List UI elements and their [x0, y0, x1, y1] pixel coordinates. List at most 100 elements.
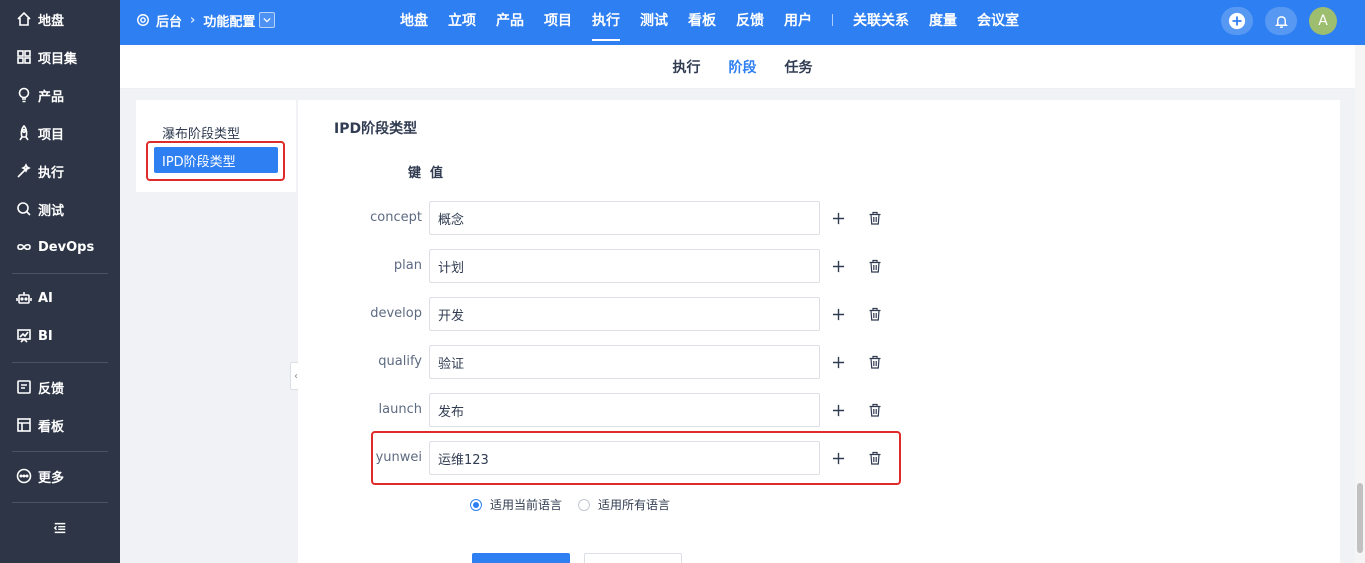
tab-execution[interactable]: 执行: [673, 57, 701, 77]
nav-divider: [12, 362, 108, 363]
notification-button[interactable]: [1265, 7, 1297, 35]
left-navigation: 地盘 项目集 产品 项目 执行 测试 DevOps AI BI 反馈 看板 更多: [0, 0, 120, 563]
lang-row: develop: [298, 297, 918, 331]
row-key: develop: [370, 306, 422, 321]
bulb-icon: [16, 87, 32, 103]
infinity-icon: [16, 239, 32, 255]
nav-item-execution[interactable]: 执行: [0, 156, 120, 186]
add-row-icon[interactable]: [829, 353, 847, 371]
radio-current-language[interactable]: 适用当前语言: [470, 496, 562, 513]
nav-divider: [12, 502, 108, 503]
save-button[interactable]: [472, 553, 570, 563]
nav-label: 产品: [38, 89, 65, 105]
main-nav-meeting-room[interactable]: 会议室: [977, 10, 1019, 30]
nav-item-bi[interactable]: BI: [0, 321, 120, 351]
radio-label: 适用当前语言: [490, 498, 563, 512]
lang-row: concept: [298, 201, 918, 235]
nav-item-feedback[interactable]: 反馈: [0, 372, 120, 402]
page-title: IPD阶段类型: [334, 121, 418, 137]
lang-row: yunwei: [298, 441, 918, 475]
nav-item-ai[interactable]: AI: [0, 283, 120, 313]
nav-item-more[interactable]: 更多: [0, 461, 120, 491]
radio-label: 适用所有语言: [598, 498, 671, 512]
trash-icon[interactable]: [866, 305, 884, 323]
value-input[interactable]: [429, 201, 820, 235]
main-nav-test[interactable]: 测试: [640, 10, 668, 30]
menu-item-waterfall-stage-type[interactable]: 瀑布阶段类型: [154, 119, 278, 145]
nav-label: 执行: [38, 165, 65, 181]
value-input[interactable]: [429, 249, 820, 283]
main-nav-initiation[interactable]: 立项: [448, 10, 476, 30]
value-input[interactable]: [429, 393, 820, 427]
stage-type-form: IPD阶段类型 键 值 concept plan develop qualify…: [298, 100, 1340, 563]
main-nav-execution[interactable]: 执行: [592, 10, 620, 41]
trash-icon[interactable]: [866, 257, 884, 275]
radio-dot: [470, 498, 482, 511]
nav-divider: [12, 451, 108, 452]
add-row-icon[interactable]: [829, 449, 847, 467]
trash-icon[interactable]: [866, 353, 884, 371]
main-nav-user[interactable]: 用户: [784, 10, 812, 30]
chevron-right-icon: ›: [190, 12, 196, 28]
add-row-icon[interactable]: [829, 257, 847, 275]
chevron-down-icon[interactable]: [259, 12, 276, 28]
row-key: qualify: [378, 354, 422, 369]
breadcrumb-current[interactable]: 功能配置: [203, 11, 255, 30]
nav-item-program[interactable]: 项目集: [0, 42, 120, 72]
trash-icon[interactable]: [866, 401, 884, 419]
main-nav-product[interactable]: 产品: [496, 10, 524, 30]
trash-icon[interactable]: [866, 449, 884, 467]
bell-icon: [1274, 15, 1288, 28]
nav-item-dashboard[interactable]: 地盘: [0, 4, 120, 34]
page-scrollbar[interactable]: [1355, 45, 1365, 563]
tab-task[interactable]: 任务: [785, 57, 813, 77]
row-key: concept: [370, 210, 422, 225]
main-nav-metric[interactable]: 度量: [929, 10, 957, 30]
lang-row: plan: [298, 249, 918, 283]
breadcrumb-root[interactable]: 后台: [156, 11, 182, 30]
radio-all-languages[interactable]: 适用所有语言: [578, 496, 670, 513]
main-nav-project[interactable]: 项目: [544, 10, 572, 30]
add-row-icon[interactable]: [829, 401, 847, 419]
row-key: plan: [393, 258, 422, 273]
value-input[interactable]: [429, 441, 820, 475]
add-row-icon[interactable]: [829, 305, 847, 323]
main-nav-dashboard[interactable]: 地盘: [400, 10, 428, 30]
main-nav-kanban[interactable]: 看板: [688, 10, 716, 30]
add-row-icon[interactable]: [829, 209, 847, 227]
value-input[interactable]: [429, 297, 820, 331]
gear-icon: [137, 14, 149, 26]
menu-item-ipd-stage-type[interactable]: IPD阶段类型: [154, 147, 278, 173]
wand-icon: [16, 163, 32, 179]
trash-icon[interactable]: [866, 209, 884, 227]
avatar[interactable]: A: [1309, 7, 1337, 35]
top-bar: 后台 › 功能配置 地盘 立项 产品 项目 执行 测试 看板 反馈 用户 关联关…: [120, 0, 1365, 45]
column-header-key: 键: [408, 166, 422, 181]
rocket-icon: [16, 125, 32, 141]
lang-row: launch: [298, 393, 918, 427]
nav-item-devops[interactable]: DevOps: [0, 232, 120, 262]
nav-item-test[interactable]: 测试: [0, 194, 120, 224]
nav-item-kanban[interactable]: 看板: [0, 410, 120, 440]
nav-label: 更多: [38, 470, 65, 486]
nav-divider: [12, 273, 108, 274]
tab-stage[interactable]: 阶段: [729, 57, 757, 77]
breadcrumb: 后台 › 功能配置: [136, 0, 276, 40]
nav-item-project[interactable]: 项目: [0, 118, 120, 148]
radio-dot: [578, 498, 591, 511]
lang-row: qualify: [298, 345, 918, 379]
kanban-icon: [16, 417, 32, 433]
main-nav-relation[interactable]: 关联关系: [853, 10, 909, 30]
collapse-menu-icon[interactable]: [50, 518, 70, 538]
nav-item-product[interactable]: 产品: [0, 80, 120, 110]
home-icon: [16, 11, 32, 27]
create-button[interactable]: [1221, 7, 1253, 35]
main-nav-feedback[interactable]: 反馈: [736, 10, 764, 30]
scrollbar-thumb[interactable]: [1357, 483, 1363, 553]
value-input[interactable]: [429, 345, 820, 379]
nav-label: 项目: [38, 127, 65, 143]
nav-label: 反馈: [38, 381, 65, 397]
grid-icon: [16, 49, 32, 65]
feedback-icon: [16, 379, 32, 395]
back-button[interactable]: [584, 553, 682, 563]
